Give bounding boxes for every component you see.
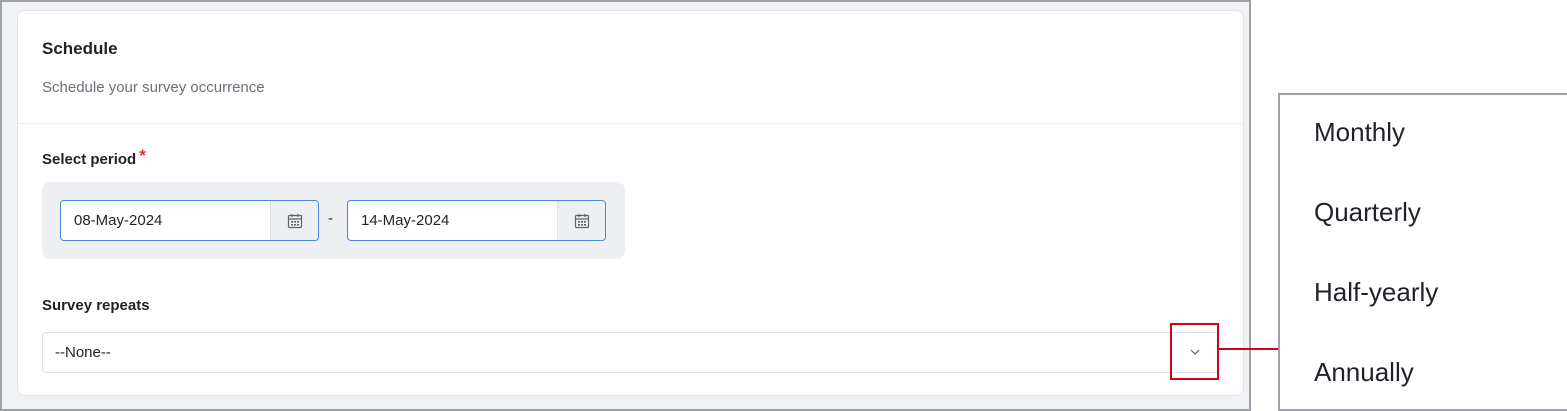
dropdown-toggle-highlight[interactable]	[1170, 323, 1219, 380]
start-date-calendar-button[interactable]	[270, 201, 318, 240]
schedule-title: Schedule	[42, 39, 118, 58]
screenshot-frame: Schedule Schedule your survey occurrence…	[0, 0, 1251, 411]
end-date-calendar-button[interactable]	[557, 201, 605, 240]
calendar-icon	[287, 213, 302, 228]
select-period-label-text: Select period	[42, 151, 137, 168]
select-period-label: Select period *	[42, 146, 146, 169]
repeat-options-menu: Monthly Quarterly Half-yearly Annually	[1278, 93, 1567, 411]
schedule-header: Schedule Schedule your survey occurrence	[18, 11, 1243, 124]
survey-repeats-select[interactable]: --None--	[42, 332, 1219, 373]
survey-repeats-value: --None--	[55, 344, 111, 361]
end-date-value: 14-May-2024	[361, 212, 450, 229]
schedule-card: Schedule Schedule your survey occurrence…	[17, 10, 1244, 396]
calendar-icon	[574, 213, 589, 228]
period-range: 08-May-2024 - 14-May-2024	[42, 182, 625, 259]
callout-connector-line	[1219, 348, 1280, 350]
option-annually[interactable]: Annually	[1314, 357, 1414, 388]
start-date-field[interactable]: 08-May-2024	[60, 200, 319, 241]
end-date-field[interactable]: 14-May-2024	[347, 200, 606, 241]
schedule-subtitle: Schedule your survey occurrence	[42, 79, 265, 96]
survey-repeats-label: Survey repeats	[42, 297, 150, 314]
start-date-value: 08-May-2024	[74, 212, 163, 229]
required-asterisk: *	[139, 146, 146, 165]
option-half-yearly[interactable]: Half-yearly	[1314, 277, 1438, 308]
date-range-separator: -	[328, 210, 333, 227]
chevron-down-icon	[1190, 349, 1199, 355]
option-quarterly[interactable]: Quarterly	[1314, 197, 1421, 228]
option-monthly[interactable]: Monthly	[1314, 117, 1405, 148]
